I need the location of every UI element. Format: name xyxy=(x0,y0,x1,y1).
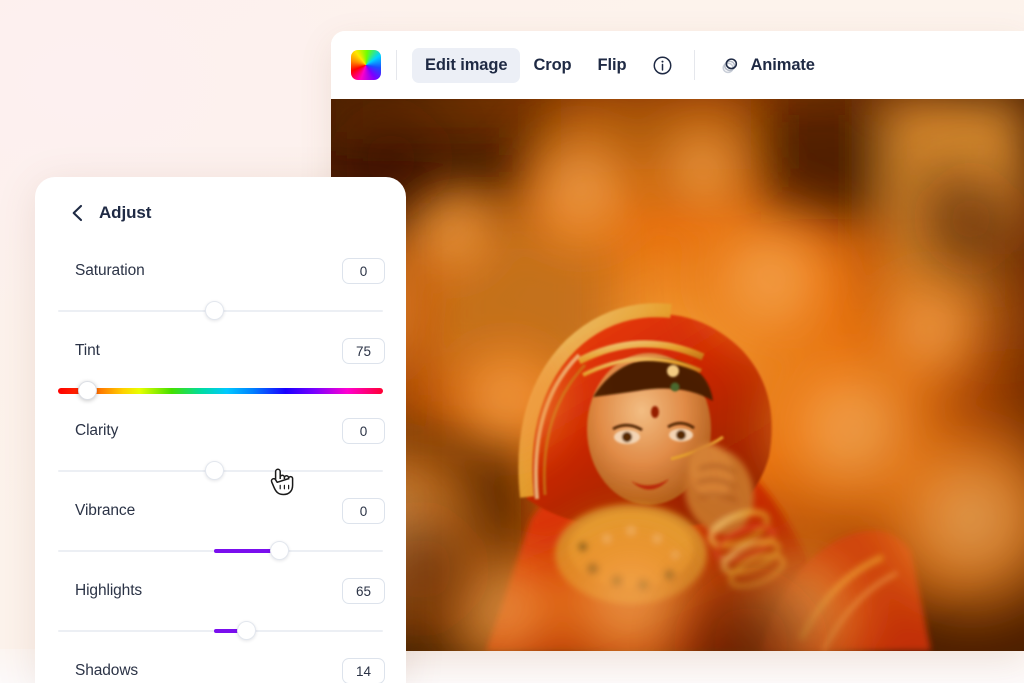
slider-row-saturation: Saturation 0 xyxy=(55,249,386,329)
chevron-left-icon[interactable] xyxy=(70,204,85,222)
slider-label-clarity: Clarity xyxy=(75,422,119,439)
slider-head-highlights: Highlights 65 xyxy=(56,569,385,613)
panel-title: Adjust xyxy=(99,203,152,222)
slider-thumb-highlights[interactable] xyxy=(237,621,256,640)
slider-thumb-saturation[interactable] xyxy=(204,301,224,320)
slider-value-vibrance[interactable]: 0 xyxy=(342,498,385,524)
adjust-panel-header: Adjust xyxy=(55,177,386,249)
slider-label-highlights: Highlights xyxy=(75,582,143,599)
info-circle-icon[interactable] xyxy=(645,48,679,82)
slider-head-shadows: Shadows 14 xyxy=(56,649,385,683)
editor-toolbar: Edit image Crop Flip Animate xyxy=(331,31,1024,99)
photo-canvas[interactable] xyxy=(331,99,1024,651)
slider-row-clarity: Clarity 0 xyxy=(55,409,386,489)
toolbar-divider-1 xyxy=(396,50,397,80)
slider-track-vibrance[interactable] xyxy=(58,533,383,569)
slider-value-tint[interactable]: 75 xyxy=(342,338,385,364)
slider-row-tint: Tint 75 xyxy=(55,329,386,409)
animate-layers-icon xyxy=(718,54,741,77)
slider-track-gradient xyxy=(58,388,383,394)
slider-value-saturation[interactable]: 0 xyxy=(342,258,385,284)
slider-row-vibrance: Vibrance 0 xyxy=(55,489,386,569)
slider-label-shadows: Shadows xyxy=(75,662,139,679)
slider-head-tint: Tint 75 xyxy=(56,329,385,373)
slider-thumb-tint[interactable] xyxy=(77,381,97,400)
tab-crop[interactable]: Crop xyxy=(520,48,584,83)
slider-track-clarity[interactable] xyxy=(58,453,383,489)
slider-value-highlights[interactable]: 65 xyxy=(342,578,385,604)
toolbar-divider-2 xyxy=(694,50,696,80)
slider-head-vibrance: Vibrance 0 xyxy=(56,489,385,533)
slider-value-clarity[interactable]: 0 xyxy=(342,418,385,444)
animate-label: Animate xyxy=(750,55,815,74)
bride-photo xyxy=(331,99,1024,651)
slider-thumb-clarity[interactable] xyxy=(204,461,224,480)
slider-thumb-vibrance[interactable] xyxy=(269,541,289,560)
slider-row-highlights: Highlights 65 xyxy=(55,569,386,649)
image-editor-window: Edit image Crop Flip Animate xyxy=(331,31,1024,651)
slider-head-clarity: Clarity 0 xyxy=(56,409,385,453)
slider-label-vibrance: Vibrance xyxy=(75,502,136,519)
slider-track-saturation[interactable] xyxy=(58,293,383,329)
slider-head-saturation: Saturation 0 xyxy=(56,249,385,293)
adjust-panel: Adjust Saturation 0 Tint 75 Clarity 0 Vi… xyxy=(35,177,406,683)
tab-edit-image[interactable]: Edit image xyxy=(412,47,521,83)
slider-row-shadows: Shadows 14 xyxy=(55,649,386,683)
rainbow-app-logo-icon xyxy=(351,50,381,80)
slider-track-tint[interactable] xyxy=(58,373,383,409)
slider-value-shadows[interactable]: 14 xyxy=(342,658,385,683)
slider-track-highlights[interactable] xyxy=(58,613,383,649)
animate-button[interactable]: Animate xyxy=(710,48,822,83)
tab-flip[interactable]: Flip xyxy=(585,48,640,83)
slider-label-tint: Tint xyxy=(75,342,100,359)
slider-label-saturation: Saturation xyxy=(75,262,145,279)
